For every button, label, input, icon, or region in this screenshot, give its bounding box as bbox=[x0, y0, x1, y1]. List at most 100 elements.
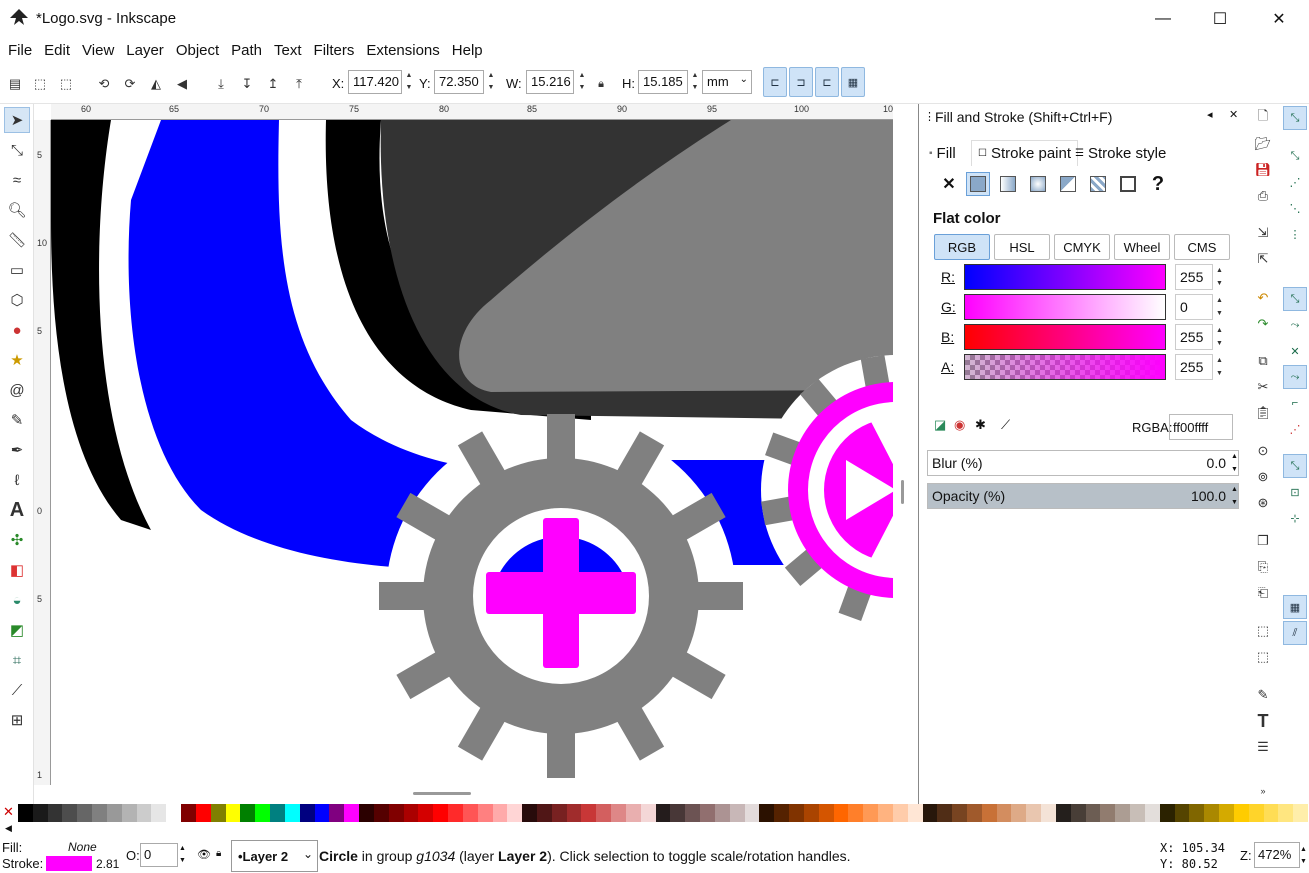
color-swatch[interactable] bbox=[18, 804, 33, 822]
menu-layer[interactable]: Layer bbox=[120, 42, 170, 59]
color-swatch[interactable] bbox=[492, 804, 508, 822]
zoom-selection-icon[interactable]: ⊙ bbox=[1252, 440, 1274, 462]
lower-to-bottom-icon[interactable]: ⤓ bbox=[210, 73, 232, 95]
color-swatch[interactable] bbox=[1055, 804, 1071, 822]
snap-center-icon[interactable]: ⋰ bbox=[1283, 417, 1307, 441]
raise-icon[interactable]: ↥ bbox=[262, 73, 284, 95]
menu-filters[interactable]: Filters bbox=[308, 42, 361, 59]
color-swatch[interactable] bbox=[551, 804, 567, 822]
paste-icon[interactable]: 📋︎ bbox=[1252, 402, 1274, 424]
rgba-field[interactable]: ff00ffff bbox=[1169, 414, 1233, 440]
color-swatch[interactable] bbox=[1130, 804, 1145, 822]
color-swatch[interactable] bbox=[388, 804, 404, 822]
snap-toggle-icon[interactable]: ⤡ bbox=[1283, 106, 1307, 130]
blur-control[interactable]: Blur (%) 0.0 bbox=[927, 450, 1239, 476]
snap-rotation-center-icon[interactable]: ⊹ bbox=[1283, 506, 1307, 530]
tweak-tool-icon[interactable]: ≈ bbox=[4, 167, 30, 193]
panel-close-icon[interactable]: ✕ bbox=[1229, 108, 1238, 121]
color-swatch[interactable] bbox=[863, 804, 879, 822]
color-swatch[interactable] bbox=[240, 804, 256, 822]
snap-nodes-icon[interactable]: ⤡ bbox=[1283, 287, 1307, 311]
clone-icon[interactable]: ⎘ bbox=[1252, 556, 1274, 578]
h-spin-arrows[interactable]: ▲ ▼ bbox=[690, 70, 700, 94]
mesh-tool-icon[interactable]: ⌗ bbox=[4, 647, 30, 673]
w-spin-arrows[interactable]: ▲ ▼ bbox=[577, 70, 587, 94]
paint-bucket-tool-icon[interactable]: ◒ bbox=[4, 587, 30, 613]
color-swatch[interactable] bbox=[106, 804, 122, 822]
color-swatch[interactable] bbox=[210, 804, 226, 822]
unit-select[interactable]: mm ⌄ bbox=[702, 70, 752, 94]
transform-gradients-toggle[interactable]: ⊏ bbox=[815, 67, 839, 97]
color-swatch[interactable] bbox=[907, 804, 923, 822]
g-spin-arrows[interactable]: ▲ ▼ bbox=[1216, 294, 1224, 320]
dropper-tool-icon[interactable]: ⟋ bbox=[4, 677, 30, 703]
snap-guide-icon[interactable]: ⫽ bbox=[1283, 621, 1307, 645]
color-swatch[interactable] bbox=[1011, 804, 1027, 822]
color-swatch[interactable] bbox=[270, 804, 285, 822]
close-button[interactable]: ✕ bbox=[1250, 0, 1308, 37]
a-spin-arrows[interactable]: ▲ ▼ bbox=[1216, 354, 1224, 380]
color-swatch[interactable] bbox=[225, 804, 241, 822]
snap-bbox-icon[interactable]: ⤡ bbox=[1283, 144, 1307, 168]
drawing-canvas[interactable] bbox=[51, 120, 893, 783]
flat-color-icon[interactable] bbox=[966, 172, 990, 196]
color-swatch[interactable] bbox=[1070, 804, 1086, 822]
cut-icon[interactable]: ✂ bbox=[1252, 376, 1274, 398]
layer-select[interactable]: •Layer 2 ⌄ bbox=[231, 840, 318, 872]
snap-bbox-midpoint-icon[interactable]: ⋮ bbox=[1283, 222, 1307, 246]
copy-icon[interactable]: ⧉ bbox=[1252, 350, 1274, 372]
pattern-icon[interactable] bbox=[1086, 172, 1110, 196]
color-swatch[interactable] bbox=[1144, 804, 1160, 822]
fill-indicator-value[interactable]: None bbox=[68, 840, 97, 854]
select-all-icon[interactable]: ▤ bbox=[4, 73, 26, 95]
color-swatch[interactable] bbox=[373, 804, 389, 822]
menu-object[interactable]: Object bbox=[170, 42, 225, 59]
snap-path-icon[interactable]: ⤳ bbox=[1283, 313, 1307, 337]
open-file-icon[interactable]: 📂︎ bbox=[1252, 133, 1274, 155]
color-swatch[interactable] bbox=[566, 804, 582, 822]
color-swatch[interactable] bbox=[789, 804, 804, 822]
color-swatch[interactable] bbox=[403, 804, 419, 822]
snap-midpoint-icon[interactable]: ⌐ bbox=[1283, 391, 1307, 415]
color-swatch[interactable] bbox=[640, 804, 656, 822]
layers-icon[interactable]: ☰ bbox=[1252, 736, 1274, 758]
color-swatch[interactable] bbox=[670, 804, 686, 822]
mode-hsl-button[interactable]: HSL bbox=[994, 234, 1050, 260]
menu-view[interactable]: View bbox=[76, 42, 120, 59]
color-swatch[interactable] bbox=[47, 804, 63, 822]
too-much-ink-icon[interactable]: ✱ bbox=[975, 417, 986, 433]
zoom-field[interactable]: 472% bbox=[1254, 842, 1300, 868]
menu-text[interactable]: Text bbox=[268, 42, 308, 59]
node-tool-icon[interactable]: ⤡ bbox=[4, 137, 30, 163]
undo-icon[interactable]: ↶ bbox=[1252, 287, 1274, 309]
flip-horizontal-icon[interactable]: ◭ bbox=[145, 73, 167, 95]
snap-bbox-corner-icon[interactable]: ⋱ bbox=[1283, 196, 1307, 220]
text-font-icon[interactable]: T bbox=[1252, 710, 1274, 732]
box-3d-tool-icon[interactable]: ⬡ bbox=[4, 287, 30, 313]
no-paint-icon[interactable]: ✕ bbox=[937, 172, 961, 196]
color-managed-icon[interactable]: ◪ bbox=[934, 417, 946, 433]
color-swatch[interactable] bbox=[151, 804, 167, 822]
color-palette[interactable]: ✕ bbox=[0, 804, 1309, 822]
a-value[interactable]: 255 bbox=[1175, 354, 1213, 380]
calligraphy-tool-icon[interactable]: ℓ bbox=[4, 467, 30, 493]
spray-tool-icon[interactable]: ✣ bbox=[4, 527, 30, 553]
color-swatch[interactable] bbox=[581, 804, 597, 822]
color-swatch[interactable] bbox=[700, 804, 715, 822]
rectangle-tool-icon[interactable]: ▭ bbox=[4, 257, 30, 283]
color-swatch[interactable] bbox=[952, 804, 967, 822]
x-field[interactable]: 117.420 bbox=[348, 70, 402, 94]
color-swatch[interactable] bbox=[1100, 804, 1116, 822]
rotate-ccw-icon[interactable]: ⟲ bbox=[93, 73, 115, 95]
color-swatch[interactable] bbox=[1174, 804, 1190, 822]
snap-grid-icon[interactable]: ▦ bbox=[1283, 595, 1307, 619]
color-swatch[interactable] bbox=[77, 804, 93, 822]
snap-object-center-icon[interactable]: ⊡ bbox=[1283, 480, 1307, 504]
color-picker-icon[interactable]: ⟋ bbox=[1001, 417, 1010, 433]
menu-edit[interactable]: Edit bbox=[38, 42, 76, 59]
color-swatch[interactable] bbox=[1233, 804, 1249, 822]
duplicate-icon[interactable]: ❐ bbox=[1252, 530, 1274, 552]
color-swatch[interactable] bbox=[121, 804, 137, 822]
color-swatch[interactable] bbox=[833, 804, 849, 822]
ungroup-icon[interactable]: ⬚ bbox=[1252, 646, 1274, 668]
